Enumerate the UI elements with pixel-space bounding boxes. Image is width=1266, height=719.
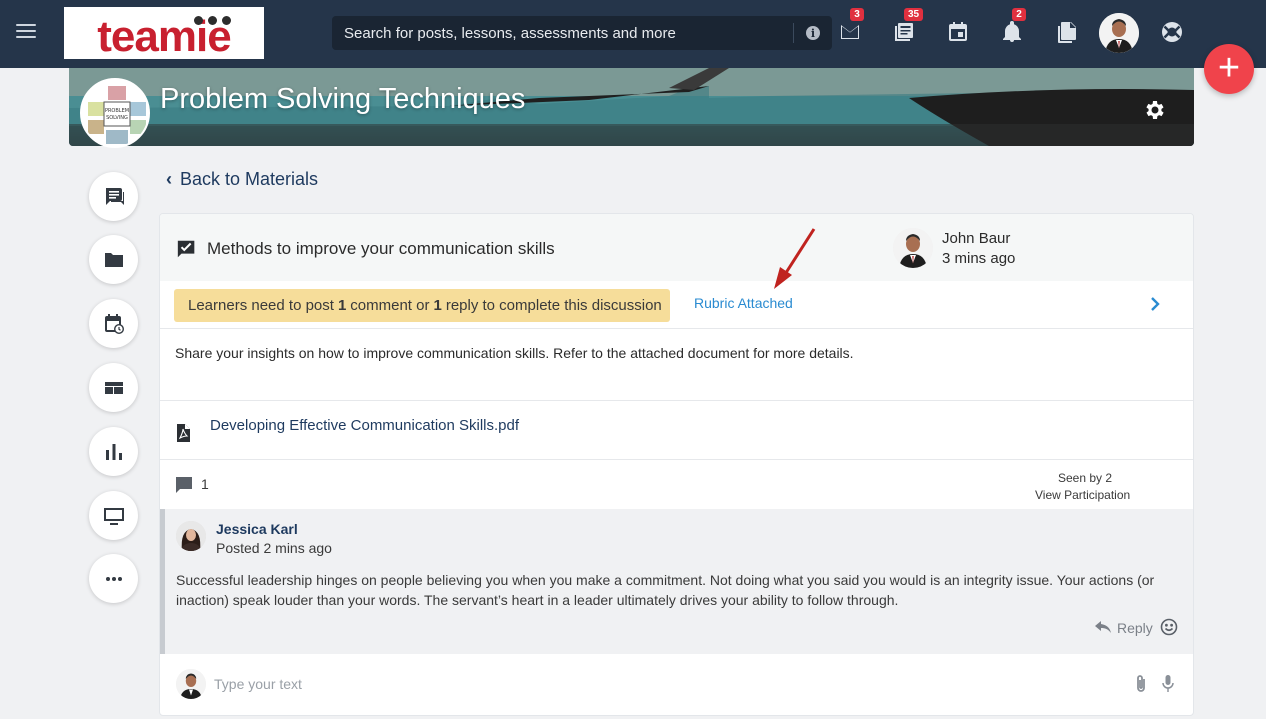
mail-icon[interactable]: 3: [838, 8, 864, 44]
reply-label: Reply: [1117, 620, 1153, 636]
folder-icon: [104, 252, 123, 267]
more-icon: [105, 576, 122, 581]
chevron-right-icon[interactable]: [1148, 294, 1162, 314]
discussion-card: Methods to improve your communication sk…: [159, 213, 1194, 716]
req-reply-count: 1: [433, 297, 442, 314]
svg-text:SOLVING: SOLVING: [106, 115, 128, 121]
view-participation-link[interactable]: View Participation: [1035, 488, 1130, 502]
completion-requirement-banner: Learners need to post 1 comment or 1 rep…: [174, 289, 670, 322]
req-text-2: comment or: [350, 297, 430, 314]
course-logo[interactable]: PROBLEM SOLVING: [80, 78, 150, 148]
comment-item: Jessica Karl Posted 2 mins ago Successfu…: [160, 509, 1193, 654]
comment-timestamp: Posted 2 mins ago: [216, 540, 332, 556]
commenter-avatar[interactable]: [176, 521, 206, 551]
comment-body: Successful leadership hinges on people b…: [176, 572, 1155, 608]
comment-compose-input[interactable]: [214, 669, 1114, 699]
user-avatar[interactable]: [1099, 13, 1139, 53]
rubric-attached-link[interactable]: Rubric Attached: [694, 295, 793, 311]
rail-classroom-screen-button[interactable]: [89, 491, 138, 540]
help-lifebuoy-icon[interactable]: [1160, 20, 1184, 44]
rail-analytics-button[interactable]: [89, 427, 138, 476]
screen-icon: [103, 507, 124, 525]
rail-discussions-button[interactable]: [89, 172, 138, 221]
search-input[interactable]: [332, 16, 793, 50]
global-search: i: [332, 16, 832, 50]
divider: [160, 459, 1193, 460]
rail-more-button[interactable]: [89, 554, 138, 603]
dashboard-icon: [104, 381, 123, 394]
teamie-logo[interactable]: teamie: [64, 7, 264, 59]
requirement-row: Learners need to post 1 comment or 1 rep…: [160, 281, 1193, 329]
comment-icon: [175, 476, 193, 494]
author-name[interactable]: John Baur: [942, 230, 1010, 247]
rail-materials-button[interactable]: [89, 235, 138, 284]
discussion-title: Methods to improve your communication sk…: [207, 239, 555, 258]
calendar-icon[interactable]: [946, 20, 970, 44]
seen-by-count: Seen by 2: [1058, 471, 1113, 485]
top-bar: teamie i 3 35 2: [0, 0, 1266, 68]
compose-avatar: [176, 669, 206, 699]
discussions-icon: [105, 187, 124, 205]
comment-count: 1: [201, 476, 209, 492]
analytics-icon: [105, 443, 122, 460]
course-settings-gear-icon[interactable]: [1143, 98, 1167, 122]
search-info-icon[interactable]: i: [806, 26, 820, 40]
schedule-icon: [104, 313, 124, 334]
bell-icon[interactable]: 2: [1000, 8, 1026, 44]
documents-icon[interactable]: [1054, 20, 1078, 44]
attachment-link[interactable]: Developing Effective Communication Skill…: [210, 417, 519, 434]
course-title: Problem Solving Techniques: [160, 83, 526, 115]
newsfeed-badge: 35: [904, 8, 924, 21]
reply-button[interactable]: Reply: [1095, 620, 1153, 636]
rail-dashboard-button[interactable]: [89, 363, 138, 412]
paperclip-icon[interactable]: [1133, 674, 1149, 694]
emoji-reaction-icon[interactable]: [1160, 618, 1178, 636]
microphone-icon[interactable]: [1161, 674, 1175, 694]
author-avatar[interactable]: [893, 228, 933, 268]
reply-icon: [1095, 621, 1111, 633]
commenter-name[interactable]: Jessica Karl: [216, 521, 298, 537]
discussion-description: Share your insights on how to improve co…: [175, 345, 854, 361]
logo-dots: [194, 12, 236, 30]
create-fab-button[interactable]: +: [1204, 44, 1254, 94]
req-comment-count: 1: [337, 297, 347, 314]
rail-schedule-button[interactable]: [89, 299, 138, 348]
chevron-left-icon: ‹: [166, 169, 172, 189]
divider: [160, 400, 1193, 401]
mail-badge: 3: [850, 8, 864, 21]
search-divider: [793, 23, 794, 43]
notifications-badge: 2: [1012, 8, 1026, 21]
hamburger-menu-icon[interactable]: [16, 24, 36, 40]
discussion-header: Methods to improve your communication sk…: [160, 214, 1193, 281]
back-to-materials-link[interactable]: ‹ Back to Materials: [166, 169, 318, 190]
plus-icon: +: [1217, 46, 1241, 89]
discussion-check-icon: [176, 238, 198, 260]
svg-text:PROBLEM: PROBLEM: [105, 108, 129, 114]
req-text-3: reply to complete this discussion: [445, 297, 662, 314]
pdf-file-icon: [175, 424, 191, 442]
post-timestamp: 3 mins ago: [942, 250, 1016, 267]
req-text-1: Learners need to post: [188, 297, 334, 314]
back-link-label: Back to Materials: [180, 169, 319, 189]
newsfeed-icon[interactable]: 35: [892, 8, 924, 44]
